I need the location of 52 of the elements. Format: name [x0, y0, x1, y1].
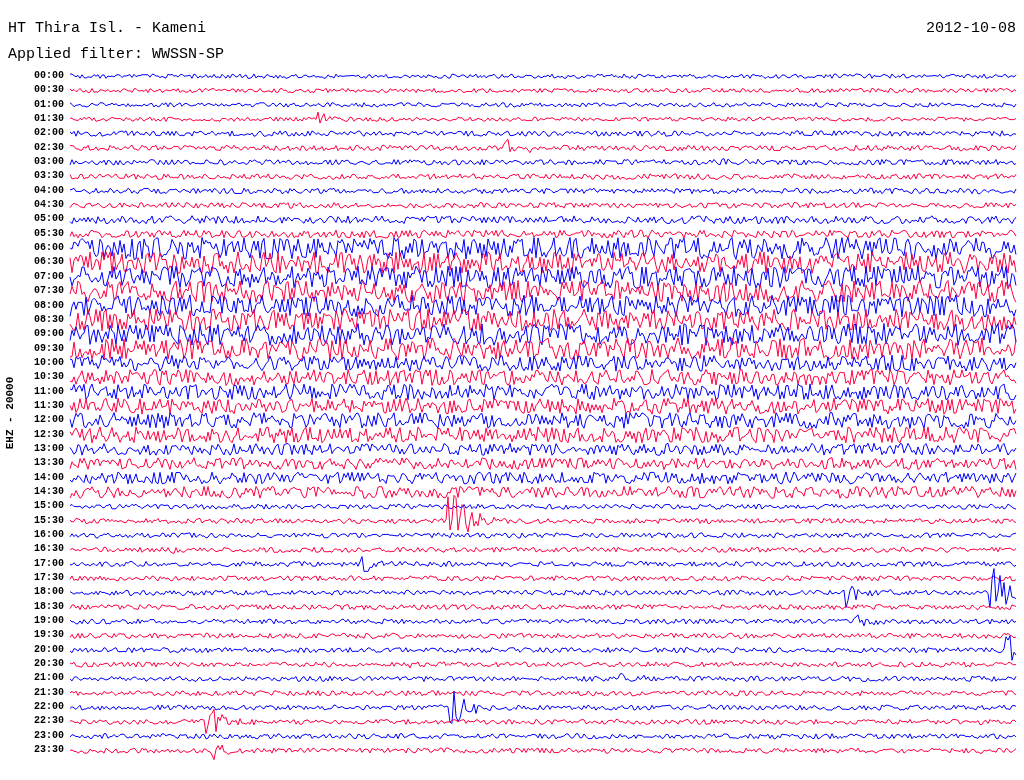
time-label: 07:30 — [33, 284, 64, 299]
time-label: 13:00 — [33, 441, 64, 456]
time-label: 12:00 — [33, 413, 64, 428]
time-label: 16:30 — [33, 542, 64, 557]
time-label: 09:30 — [33, 341, 64, 356]
time-label: 00:00 — [33, 69, 64, 83]
time-label: 18:30 — [33, 599, 64, 614]
time-label: 18:00 — [33, 585, 64, 600]
time-label: 12:30 — [33, 427, 64, 442]
time-label: 11:00 — [33, 384, 64, 399]
time-label: 11:30 — [33, 398, 64, 413]
time-label: 08:30 — [33, 312, 64, 327]
time-label: 15:30 — [33, 513, 64, 528]
time-label: 02:30 — [33, 140, 64, 155]
time-label: 13:30 — [33, 456, 64, 471]
time-label: 01:30 — [33, 112, 64, 127]
time-label: 01:00 — [33, 97, 64, 112]
time-label: 06:00 — [33, 241, 64, 256]
time-label: 10:00 — [33, 355, 64, 370]
time-label: 03:30 — [33, 169, 64, 184]
time-label: 17:30 — [33, 571, 64, 586]
time-label: 23:00 — [33, 728, 64, 743]
time-label: 17:00 — [33, 556, 64, 571]
filter-label: Applied filter: WWSSN-SP — [8, 46, 225, 63]
time-label: 20:30 — [33, 657, 64, 672]
time-label: 22:30 — [33, 714, 64, 729]
time-label: 07:00 — [33, 269, 64, 284]
time-label: 04:30 — [33, 198, 64, 213]
time-label: 00:30 — [33, 83, 64, 98]
time-label: 16:00 — [33, 528, 64, 542]
time-label: 21:00 — [33, 671, 64, 686]
time-label: 23:30 — [33, 743, 64, 758]
time-label: 05:00 — [33, 212, 64, 227]
time-label: 14:00 — [33, 470, 64, 485]
time-label: 05:30 — [33, 226, 64, 241]
channel-label: EHZ - 20000 — [4, 377, 16, 450]
time-label: 06:30 — [33, 255, 64, 270]
time-label: 02:00 — [33, 126, 64, 141]
time-label: 10:30 — [33, 370, 64, 385]
time-label: 04:00 — [33, 183, 64, 198]
time-label: 19:00 — [33, 614, 64, 629]
station-title: HT Thira Isl. - Kameni — [8, 20, 207, 38]
recording-date: 2012-10-08 — [926, 20, 1016, 38]
time-label: 08:00 — [33, 298, 64, 313]
time-label: 03:00 — [33, 155, 64, 170]
time-label: 15:00 — [33, 499, 64, 514]
time-label: 21:30 — [33, 685, 64, 700]
time-label: 20:00 — [33, 642, 64, 657]
time-label: 14:30 — [33, 484, 64, 499]
time-label: 19:30 — [33, 628, 64, 643]
time-label: 09:00 — [33, 327, 64, 342]
time-label: 22:00 — [33, 700, 64, 715]
